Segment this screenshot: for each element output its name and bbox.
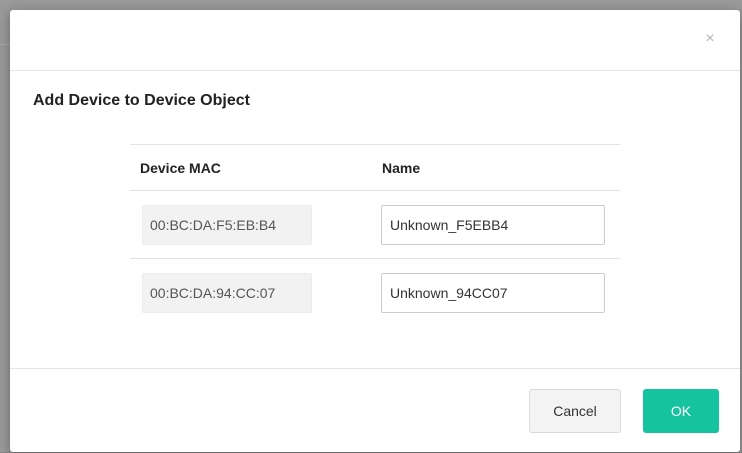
ok-button[interactable]: OK	[643, 389, 719, 433]
table-row: 00:BC:DA:94:CC:07	[130, 259, 620, 327]
device-name-input[interactable]	[381, 204, 605, 245]
table-row: 00:BC:DA:F5:EB:B4	[130, 191, 620, 259]
name-cell	[375, 191, 620, 259]
device-mac-field: 00:BC:DA:F5:EB:B4	[142, 204, 312, 245]
name-cell	[375, 259, 620, 327]
close-icon[interactable]: ×	[702, 31, 718, 47]
column-header-device-mac: Device MAC	[140, 159, 221, 176]
mac-cell: 00:BC:DA:94:CC:07	[130, 259, 375, 327]
device-table: Device MAC Name 00:BC:DA:F5:EB:B4 00:BC:…	[130, 144, 620, 327]
dialog-title: Add Device to Device Object	[33, 92, 250, 109]
add-device-dialog: × Add Device to Device Object Device MAC…	[10, 10, 740, 452]
table-header-row: Device MAC Name	[130, 144, 620, 191]
column-header-name: Name	[382, 159, 421, 176]
device-name-input[interactable]	[381, 272, 605, 313]
device-mac-field: 00:BC:DA:94:CC:07	[142, 272, 312, 313]
dialog-header: ×	[10, 10, 740, 71]
mac-cell: 00:BC:DA:F5:EB:B4	[130, 191, 375, 259]
cancel-button[interactable]: Cancel	[529, 389, 621, 433]
dialog-footer: Cancel OK	[10, 368, 740, 453]
background-page-fragment	[0, 44, 10, 45]
